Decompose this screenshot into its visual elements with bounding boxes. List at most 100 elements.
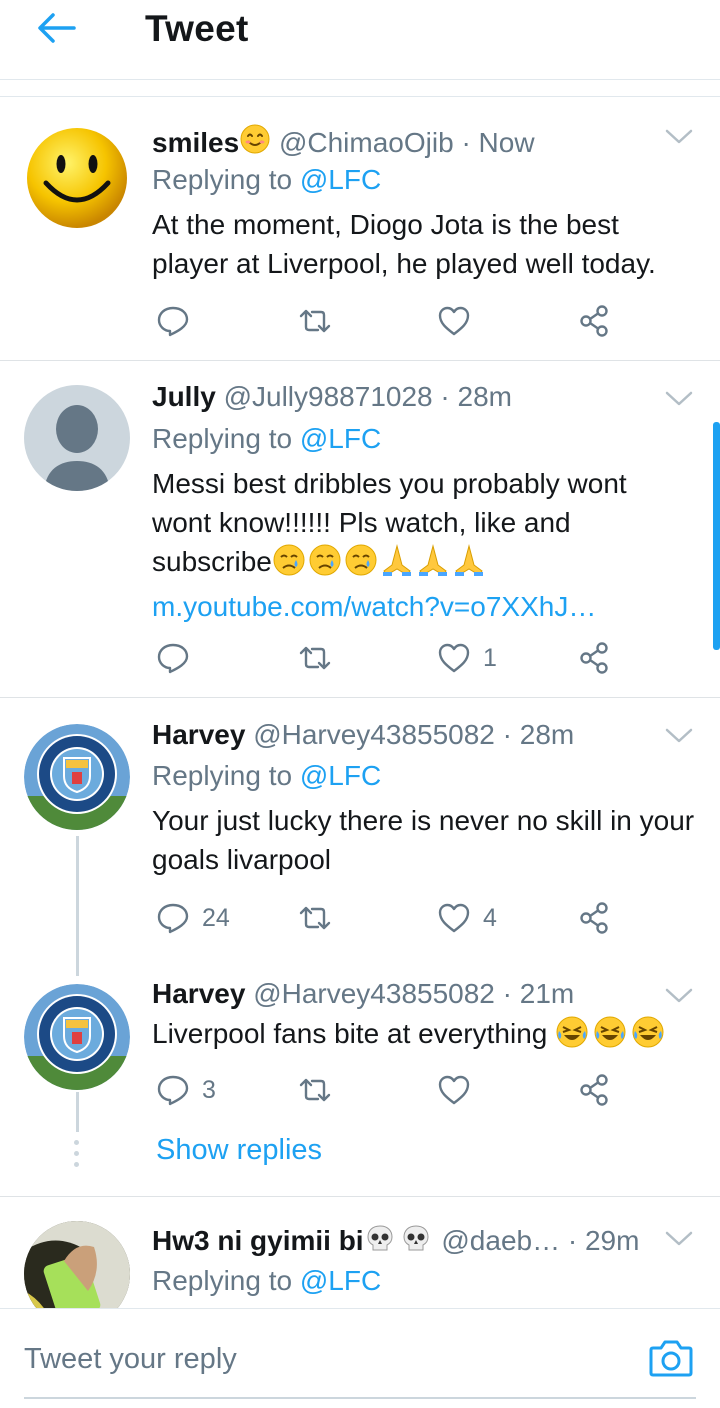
reply-button[interactable] — [156, 301, 190, 341]
tweet-text: At the moment, Diogo Jota is the best pl… — [152, 209, 656, 279]
avatar[interactable] — [24, 385, 130, 491]
back-button[interactable] — [30, 8, 82, 48]
like-button[interactable] — [437, 301, 471, 341]
manchester-city-badge-avatar — [24, 984, 130, 1090]
chevron-down-icon[interactable] — [664, 127, 694, 147]
page-title: Tweet — [145, 8, 249, 49]
retweet-button[interactable] — [297, 301, 333, 341]
timestamp: · 28m — [440, 381, 512, 412]
laughing-emoji-group — [555, 1015, 669, 1059]
tweet[interactable]: Harvey @Harvey43855082 · 28m Replying to… — [0, 698, 720, 958]
thread-dots — [74, 1140, 80, 1173]
reply-icon — [157, 306, 189, 337]
reply-compose-bar: Tweet your reply — [0, 1308, 720, 1408]
praying-hands-emoji-group — [380, 543, 488, 587]
avatar[interactable] — [24, 125, 130, 231]
like-button[interactable] — [437, 1070, 471, 1110]
reply-button[interactable]: 24 — [156, 898, 230, 938]
replying-label: Replying to — [152, 1265, 300, 1296]
tweet-meta: smiles @ChimaoOjib · Now — [152, 123, 535, 162]
avatar[interactable] — [24, 724, 130, 830]
tweet[interactable]: Harvey @Harvey43855082 · 21m Liverpool f… — [0, 958, 720, 1106]
timestamp: · 28m — [502, 719, 575, 750]
timestamp: · 29m — [567, 1225, 640, 1256]
share-icon — [580, 642, 608, 674]
replying-to-handle[interactable]: @LFC — [300, 164, 381, 195]
user-handle[interactable]: @daeb… — [441, 1225, 560, 1256]
input-underline — [24, 1397, 696, 1399]
camera-button[interactable] — [648, 1337, 698, 1381]
tweet-actions — [152, 301, 622, 341]
tweet-text-content: Liverpool fans bite at everything — [152, 1018, 548, 1049]
tweet-meta: Harvey @Harvey43855082 · 21m — [152, 978, 574, 1010]
share-icon — [580, 902, 608, 934]
retweet-icon — [299, 1078, 331, 1102]
replying-to-handle[interactable]: @LFC — [300, 423, 381, 454]
thread-line — [76, 1092, 79, 1132]
reply-icon — [157, 643, 189, 674]
display-name[interactable]: Jully — [152, 381, 216, 412]
tweet[interactable]: Jully @Jully98871028 · 28m Replying to @… — [0, 361, 720, 698]
tweet-meta: Harvey @Harvey43855082 · 28m — [152, 719, 574, 751]
arrow-left-icon — [38, 13, 76, 43]
top-bar: Tweet — [0, 0, 720, 80]
tweet-text-line-text: subscribe — [152, 546, 272, 577]
replying-to: Replying to @LFC — [152, 164, 381, 196]
camera-icon — [649, 1340, 693, 1377]
share-icon — [580, 305, 608, 337]
heart-icon — [438, 643, 470, 673]
reply-input[interactable]: Tweet your reply — [24, 1343, 237, 1376]
chevron-down-icon[interactable] — [664, 389, 694, 409]
reply-icon — [157, 1075, 189, 1106]
tweet[interactable]: Hw3 ni gyimii bi @daeb… · 29m Replying t… — [0, 1197, 720, 1308]
tweet-text: Liverpool fans bite at everything — [152, 1014, 712, 1059]
replying-to-handle[interactable]: @LFC — [300, 1265, 381, 1296]
skull-emoji-group — [364, 1223, 434, 1262]
display-name[interactable]: Harvey — [152, 719, 245, 750]
smiling-emoji — [239, 123, 271, 162]
manchester-city-badge-avatar — [24, 724, 130, 830]
share-button[interactable] — [578, 898, 610, 938]
avatar[interactable] — [24, 984, 130, 1090]
replying-label: Replying to — [152, 760, 300, 791]
retweet-icon — [299, 309, 331, 333]
replying-to: Replying to @LFC — [152, 423, 381, 455]
like-count: 1 — [483, 643, 497, 672]
tweet-text-line: Messi best dribbles you probably wont — [152, 468, 627, 499]
youtube-link[interactable]: m.youtube.com/watch?v=o7XXhJ… — [152, 587, 697, 626]
chevron-down-icon[interactable] — [664, 1229, 694, 1249]
show-replies-link[interactable]: Show replies — [156, 1134, 322, 1167]
scrollbar[interactable] — [713, 422, 720, 650]
share-button[interactable] — [578, 638, 610, 678]
tweet[interactable]: smiles @ChimaoOjib · Now Replying to @LF… — [0, 97, 720, 361]
chevron-down-icon[interactable] — [664, 726, 694, 746]
retweet-icon — [299, 646, 331, 670]
retweet-button[interactable] — [297, 898, 333, 938]
display-name[interactable]: Hw3 ni gyimii bi — [152, 1225, 364, 1256]
reply-button[interactable]: 3 — [156, 1070, 216, 1110]
heart-icon — [438, 306, 470, 336]
crying-emoji-group — [272, 543, 380, 587]
timestamp: · Now — [461, 127, 535, 158]
display-name[interactable]: Harvey — [152, 978, 245, 1009]
tweet-actions: 3 — [152, 1070, 622, 1110]
user-handle[interactable]: @Jully98871028 — [224, 381, 433, 412]
user-handle[interactable]: @Harvey43855082 — [253, 978, 495, 1009]
display-name[interactable]: smiles — [152, 127, 239, 158]
share-button[interactable] — [578, 301, 610, 341]
user-handle[interactable]: @ChimaoOjib — [279, 127, 454, 158]
avatar[interactable] — [24, 1221, 130, 1308]
like-button[interactable]: 1 — [437, 638, 497, 678]
user-handle[interactable]: @Harvey43855082 — [253, 719, 495, 750]
like-button[interactable]: 4 — [437, 898, 497, 938]
tweet-meta: Hw3 ni gyimii bi @daeb… · 29m — [152, 1223, 677, 1262]
replying-to: Replying to @LFC — [152, 760, 381, 792]
retweet-button[interactable] — [297, 638, 333, 678]
chevron-down-icon[interactable] — [664, 986, 694, 1006]
share-button[interactable] — [578, 1070, 610, 1110]
replying-to-handle[interactable]: @LFC — [300, 760, 381, 791]
tweet-text: Messi best dribbles you probably wont wo… — [152, 464, 697, 626]
tweet-actions: 24 4 — [152, 898, 622, 938]
reply-button[interactable] — [156, 638, 190, 678]
retweet-button[interactable] — [297, 1070, 333, 1110]
